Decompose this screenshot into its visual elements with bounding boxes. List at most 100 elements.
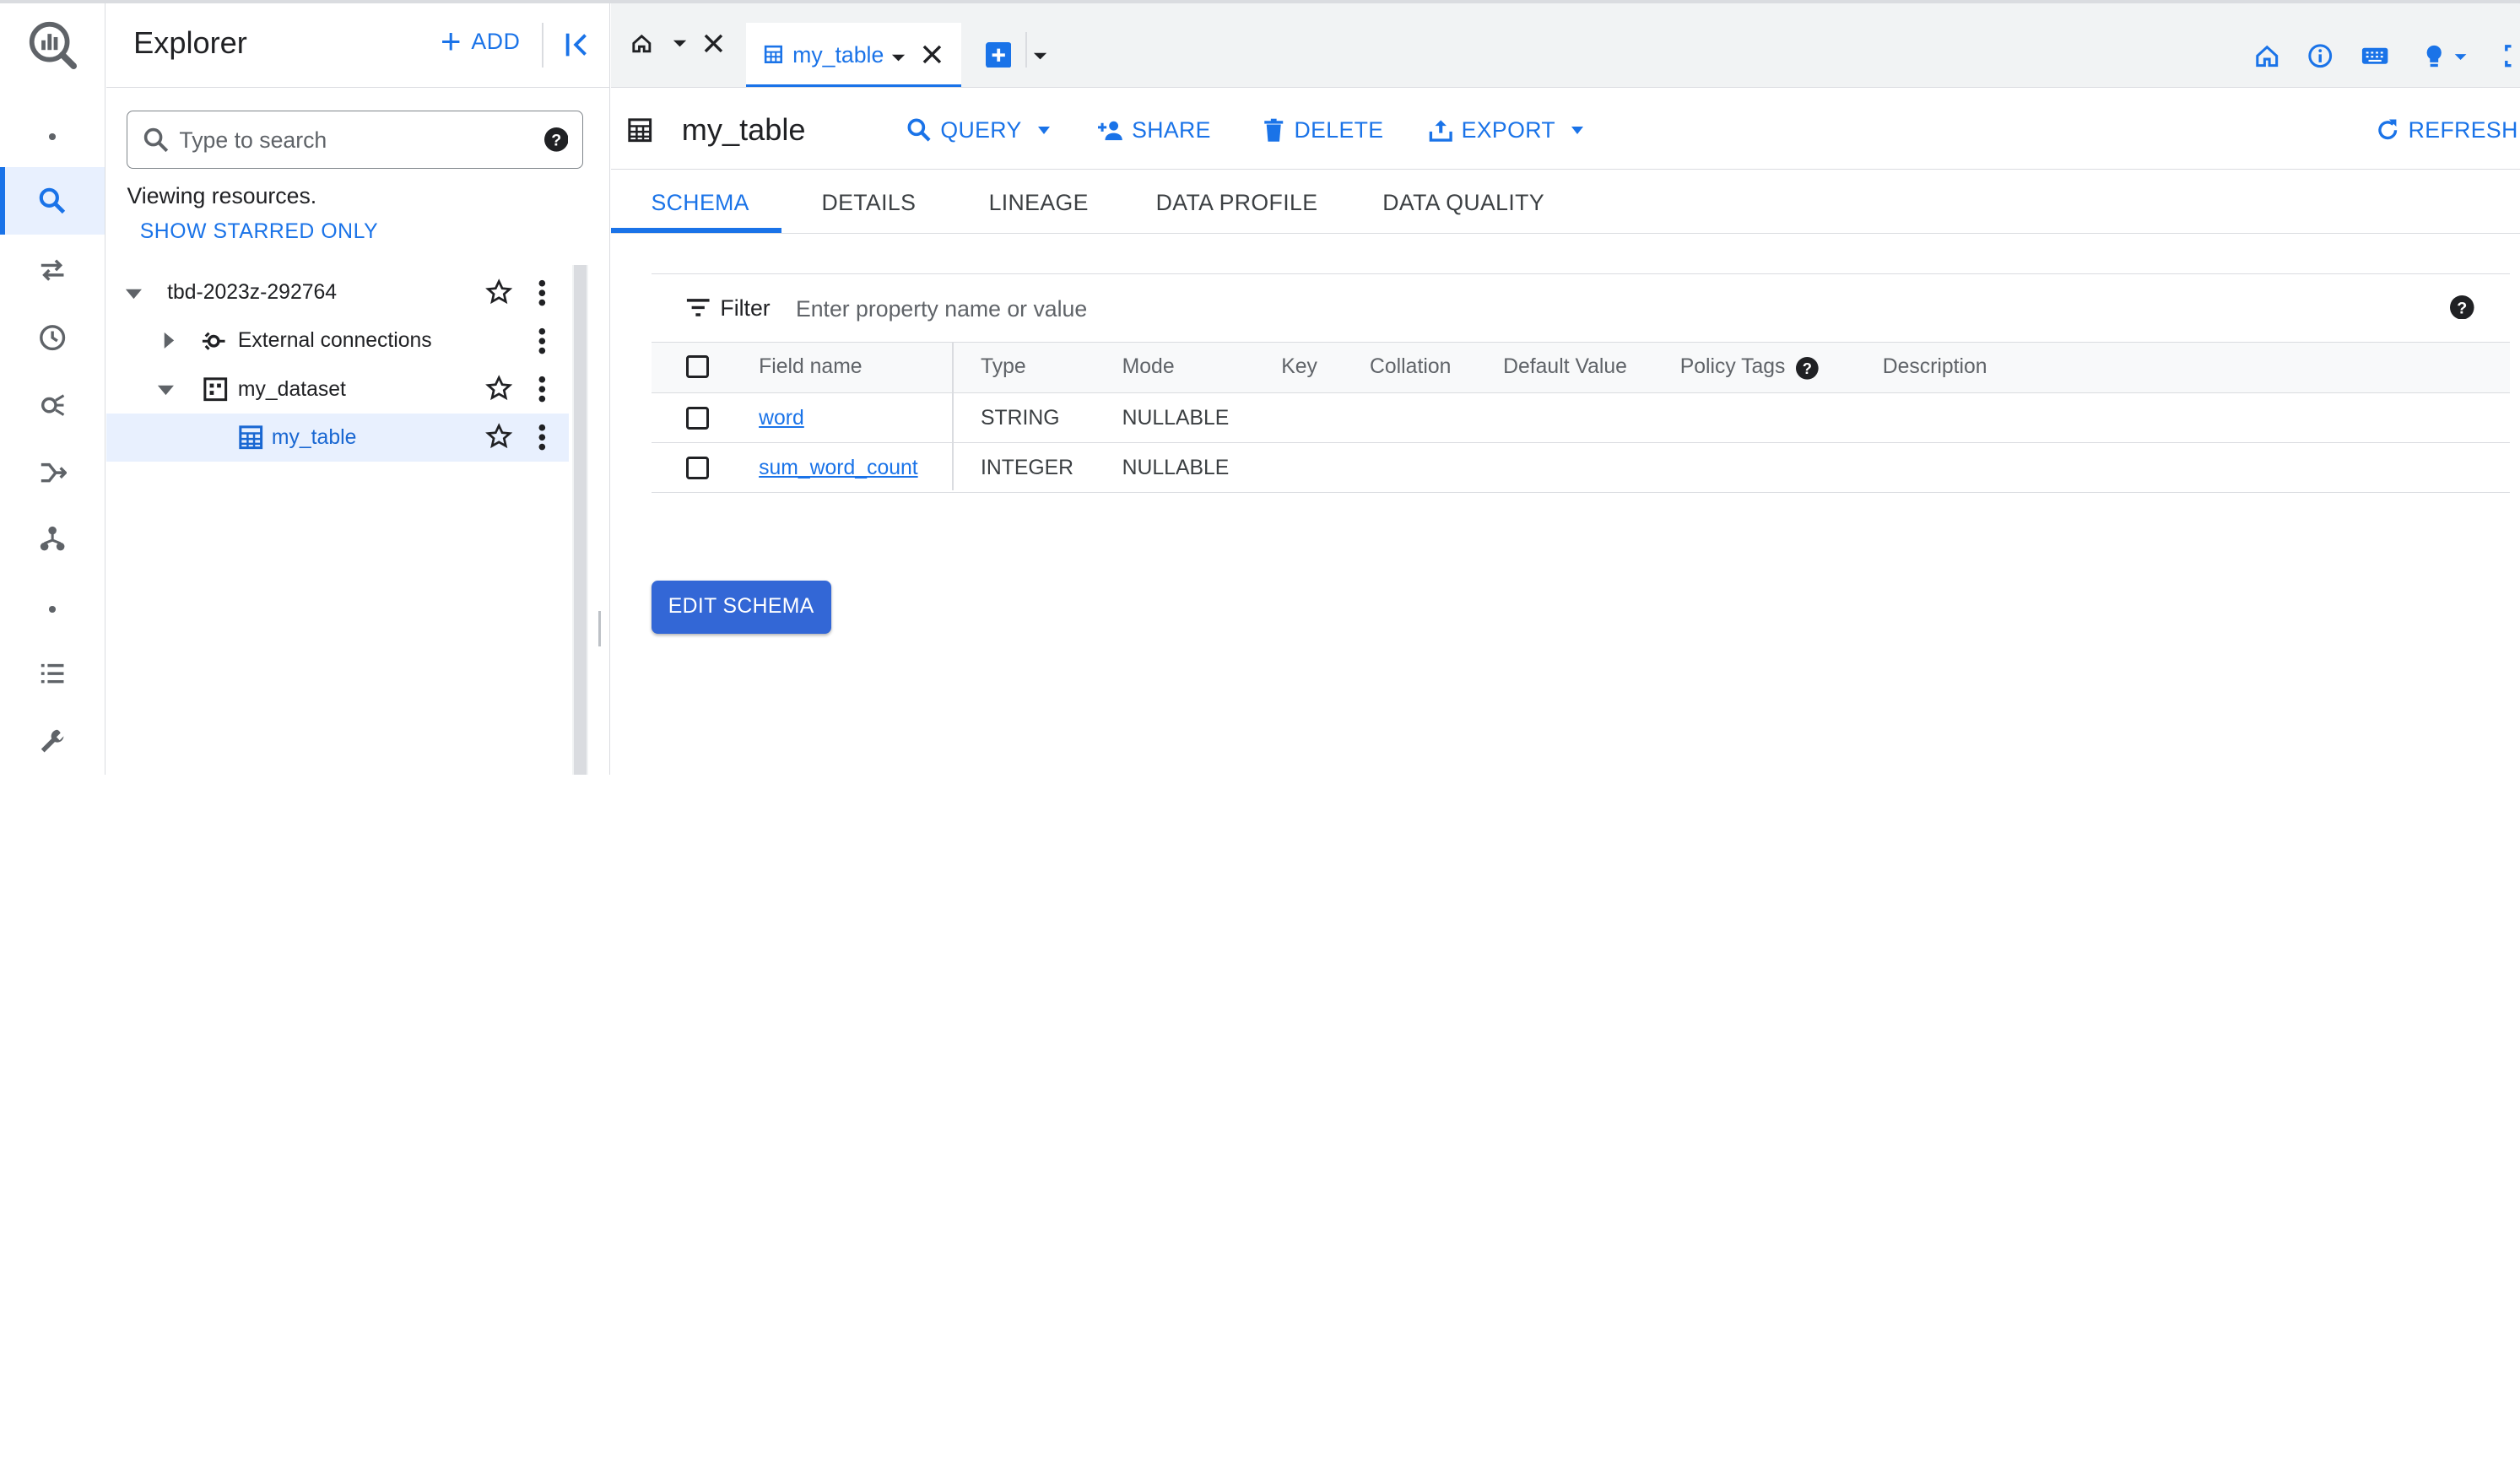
rail-dot-1 <box>0 103 105 170</box>
column-header-field-name[interactable]: Field name <box>759 355 862 379</box>
column-header-mode[interactable]: Mode <box>1122 355 1175 379</box>
panel-resize-handle[interactable] <box>598 610 602 646</box>
star-icon[interactable] <box>485 423 513 450</box>
export-button[interactable]: EXPORT <box>1428 117 1584 143</box>
column-header-collation[interactable]: Collation <box>1370 355 1451 379</box>
rail-item-jobs[interactable] <box>0 640 105 707</box>
column-header-default-value[interactable]: Default Value <box>1503 355 1627 379</box>
export-label: EXPORT <box>1461 117 1556 143</box>
home-icon[interactable] <box>2254 43 2279 68</box>
tree-item-label: External connections <box>237 329 432 353</box>
tree-item-project[interactable]: tbd-2023z-292764 <box>106 268 570 316</box>
add-button[interactable]: + ADD <box>441 24 520 59</box>
tab-data-quality[interactable]: DATA QUALITY <box>1382 190 1544 216</box>
tab-divider <box>1025 32 1028 68</box>
field-mode: NULLABLE <box>1122 456 1230 479</box>
field-name-link[interactable]: sum_word_count <box>759 457 917 480</box>
info-icon[interactable] <box>2307 43 2333 68</box>
upload-icon <box>1429 120 1452 143</box>
delete-button[interactable]: DELETE <box>1261 117 1384 143</box>
tree-item-table[interactable]: my_table <box>105 413 570 462</box>
column-header-policy-tags[interactable]: Policy Tags <box>1680 355 1786 379</box>
viewing-resources-text: Viewing resources. <box>127 183 317 209</box>
column-header-type[interactable]: Type <box>981 355 1026 379</box>
search-icon <box>907 118 931 142</box>
column-header-description[interactable]: Description <box>1883 355 1987 379</box>
external-connection-icon <box>203 332 225 350</box>
rail-item-tools[interactable] <box>0 707 105 775</box>
column-header-key[interactable]: Key <box>1281 355 1317 379</box>
query-button[interactable]: QUERY <box>906 117 1050 143</box>
rail-item-scheduled[interactable] <box>0 304 105 371</box>
active-tab-indicator <box>610 228 781 234</box>
dropdown-caret-icon[interactable] <box>672 35 688 51</box>
tab-my-table[interactable]: my_table <box>745 22 962 87</box>
tab-lineage[interactable]: LINEAGE <box>989 190 1089 216</box>
filter-label: Filter <box>720 295 771 321</box>
list-icon <box>41 663 64 684</box>
search-input[interactable] <box>176 121 537 160</box>
rail-item-explorer[interactable] <box>0 167 105 235</box>
star-icon[interactable] <box>485 278 513 305</box>
rail-item-dataflow[interactable] <box>0 439 105 506</box>
field-type: STRING <box>981 406 1060 430</box>
swap-arrows-icon <box>41 259 64 281</box>
new-tab-dropdown-icon[interactable] <box>1032 48 1048 64</box>
tab-data-profile[interactable]: DATA PROFILE <box>1156 190 1318 216</box>
explorer-scrollbar[interactable] <box>572 265 589 776</box>
bigquery-logo-icon[interactable] <box>27 19 78 71</box>
filter-icon <box>686 299 710 317</box>
collapsed-caret-icon[interactable] <box>160 331 179 350</box>
more-vert-icon[interactable] <box>531 327 554 355</box>
share-button[interactable]: SHARE <box>1098 117 1211 143</box>
dropdown-caret-icon[interactable] <box>890 50 906 66</box>
tree-item-label: my_dataset <box>237 377 346 401</box>
row-checkbox[interactable] <box>686 456 710 479</box>
table-icon <box>764 46 782 64</box>
new-tab-icon[interactable] <box>985 41 1012 68</box>
query-label: QUERY <box>940 117 1022 143</box>
close-tab-icon[interactable] <box>704 34 723 53</box>
edit-schema-button[interactable]: EDIT SCHEMA <box>651 580 831 634</box>
more-vert-icon[interactable] <box>531 278 554 307</box>
rail-item-analytics[interactable] <box>0 371 105 439</box>
dropdown-caret-icon <box>1571 127 1584 134</box>
more-vert-icon[interactable] <box>531 423 554 451</box>
more-vert-icon[interactable] <box>531 375 554 403</box>
delete-label: DELETE <box>1294 117 1384 143</box>
select-all-checkbox[interactable] <box>686 354 710 378</box>
expanded-caret-icon[interactable] <box>124 284 143 304</box>
tab-schema[interactable]: SCHEMA <box>652 190 749 216</box>
row-checkbox[interactable] <box>686 406 710 430</box>
keyboard-icon[interactable] <box>2360 43 2389 68</box>
tree-item-external-connections[interactable]: External connections <box>106 316 570 365</box>
filter-input[interactable] <box>792 289 1442 329</box>
rail-item-connections[interactable] <box>0 505 105 572</box>
show-starred-only-button[interactable]: SHOW STARRED ONLY <box>140 220 378 244</box>
pipeline-icon <box>41 462 68 483</box>
lightbulb-icon[interactable] <box>2421 43 2447 68</box>
home-icon <box>632 34 652 53</box>
tree-item-dataset[interactable]: my_dataset <box>106 365 570 413</box>
explorer-panel: Explorer + ADD ? Viewing resources. SHOW… <box>105 3 610 776</box>
refresh-button[interactable]: REFRESH <box>2375 117 2518 143</box>
collapse-panel-icon[interactable] <box>561 29 593 61</box>
field-name-link[interactable]: word <box>759 407 804 430</box>
field-type: INTEGER <box>981 456 1074 479</box>
column-divider <box>951 342 954 490</box>
trash-icon <box>1263 118 1283 143</box>
fullscreen-icon[interactable] <box>2503 43 2519 68</box>
rail-item-transfers[interactable] <box>0 236 105 304</box>
help-icon[interactable]: ? <box>1795 356 1819 380</box>
close-tab-icon[interactable] <box>922 45 942 64</box>
table-row: sum_word_count INTEGER NULLABLE <box>651 444 2510 493</box>
star-icon[interactable] <box>485 375 513 402</box>
dropdown-caret-icon[interactable] <box>2453 50 2468 64</box>
help-icon[interactable]: ? <box>2450 295 2474 320</box>
help-icon[interactable]: ? <box>543 127 569 153</box>
tab-details[interactable]: DETAILS <box>821 190 916 216</box>
tab-home[interactable] <box>630 32 723 55</box>
search-icon <box>143 127 168 152</box>
expanded-caret-icon[interactable] <box>156 381 176 400</box>
scrollbar-thumb[interactable] <box>574 265 587 776</box>
